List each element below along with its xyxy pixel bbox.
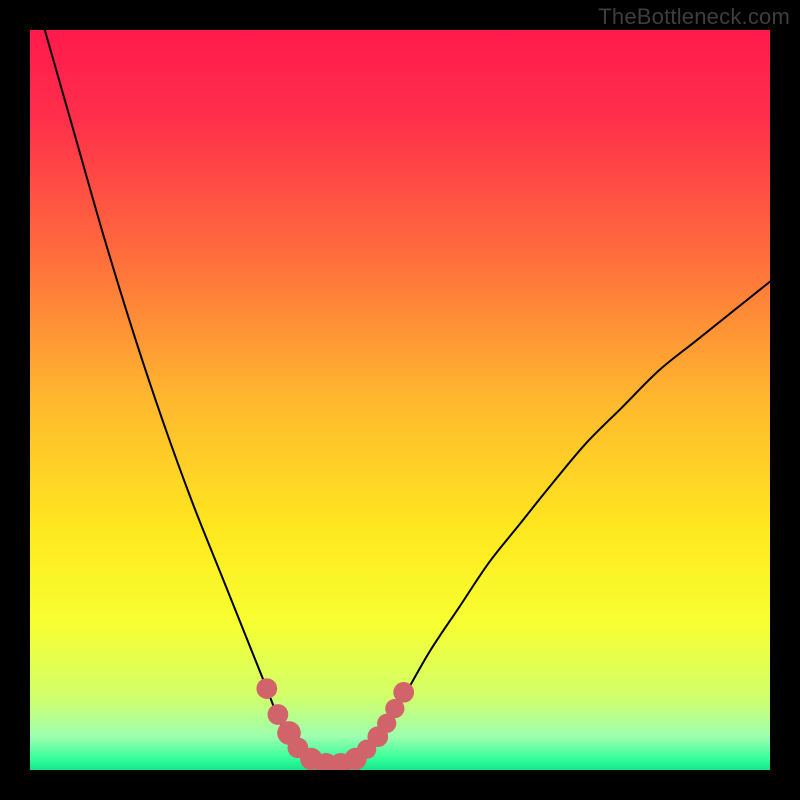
watermark-text: TheBottleneck.com (598, 4, 790, 30)
gradient-background (30, 30, 770, 770)
bottleneck-plot (30, 30, 770, 770)
curve-marker (393, 682, 414, 703)
chart-svg (30, 30, 770, 770)
curve-marker (256, 678, 277, 699)
chart-frame: TheBottleneck.com (0, 0, 800, 800)
curve-marker (268, 704, 289, 725)
